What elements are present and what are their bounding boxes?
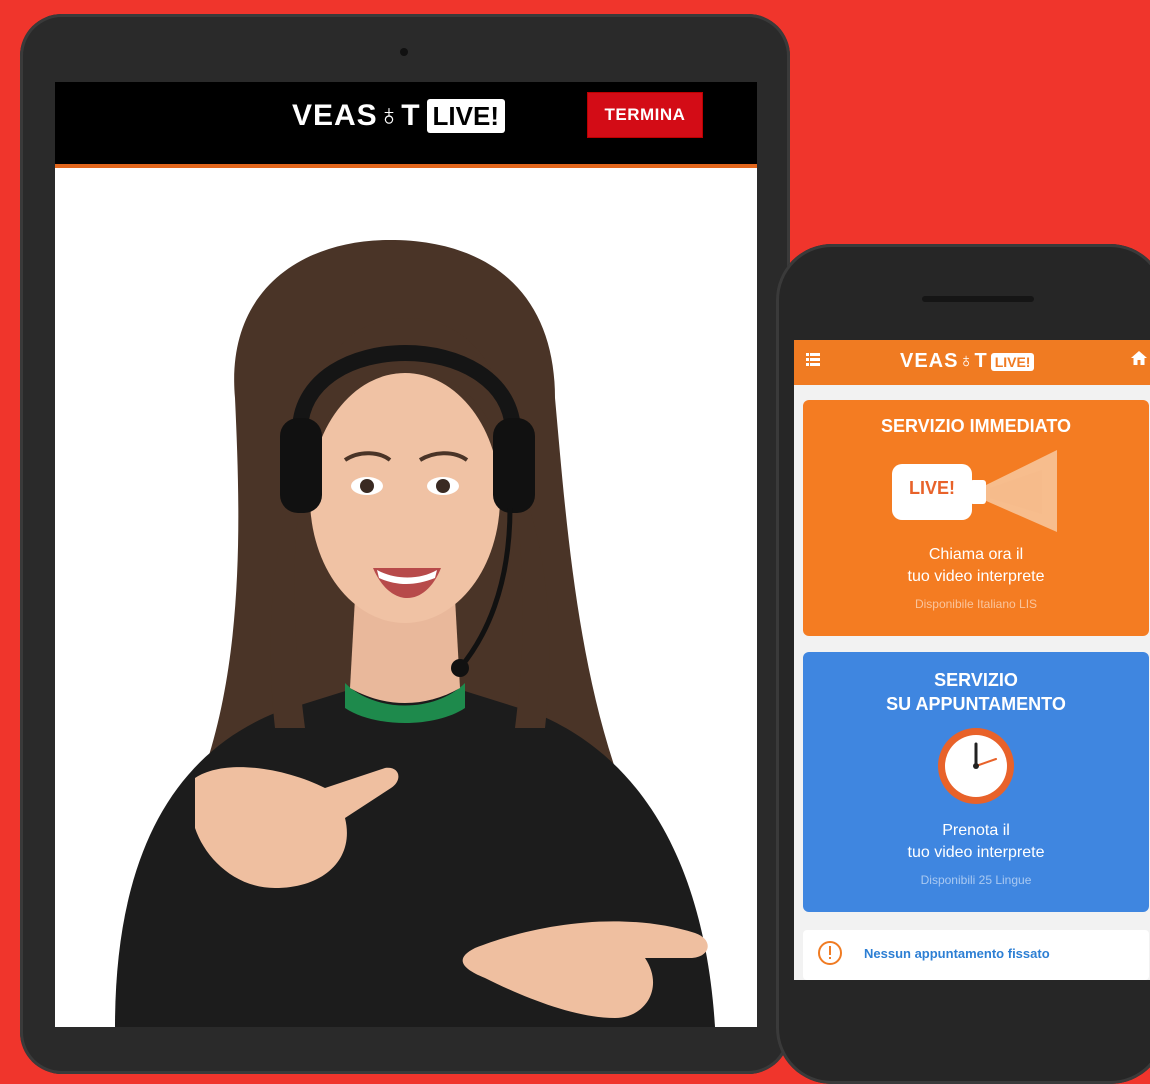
brand-live-badge: LIVE! — [426, 99, 505, 133]
immediate-service-text-line2: tuo video interprete — [907, 568, 1045, 585]
appointment-notice[interactable]: Nessun appuntamento fissato — [803, 930, 1149, 980]
phone-device: VEAS♁T LIVE! SERVIZIO IMMEDIATO LIVE! Ch… — [776, 244, 1150, 1084]
immediate-service-card[interactable]: SERVIZIO IMMEDIATO LIVE! Chiama ora il t… — [803, 400, 1149, 636]
app-brand-name: VEAS♁T — [900, 350, 988, 372]
appointment-service-card[interactable]: SERVIZIO SU APPUNTAMENTO Prenota il tuo … — [803, 652, 1149, 912]
tablet-device: VEAS♁T LIVE! TERMINA — [20, 14, 790, 1074]
brand-name: VEAS♁T — [292, 99, 421, 132]
brand-logo: VEAS♁T LIVE! — [292, 96, 505, 136]
interpreter-video-image — [115, 239, 715, 1027]
alert-icon — [818, 941, 842, 965]
tablet-camera — [400, 48, 408, 56]
appointment-service-title-line1: SERVIZIO — [934, 670, 1018, 690]
tablet-screen: VEAS♁T LIVE! TERMINA — [55, 82, 757, 1027]
phone-speaker — [922, 296, 1034, 302]
appointment-service-availability: Disponibili 25 Lingue — [920, 873, 1032, 887]
phone-screen: VEAS♁T LIVE! SERVIZIO IMMEDIATO LIVE! Ch… — [794, 340, 1150, 980]
home-icon[interactable] — [1130, 350, 1148, 366]
interpreter-video-feed — [55, 168, 757, 1027]
menu-icon[interactable] — [806, 352, 820, 366]
appointment-service-text-line1: Prenota il — [942, 822, 1010, 839]
end-call-button[interactable]: TERMINA — [587, 92, 703, 138]
app-header: VEAS♁T LIVE! — [794, 340, 1150, 385]
immediate-service-text-line1: Chiama ora il — [928, 546, 1024, 563]
immediate-service-title: SERVIZIO IMMEDIATO — [880, 416, 1072, 436]
appointment-service-text-line2: tuo video interprete — [907, 844, 1045, 861]
app-brand-logo: VEAS♁T LIVE! — [900, 350, 1035, 373]
appointment-service-title-line2: SU APPUNTAMENTO — [886, 694, 1066, 714]
notice-text: Nessun appuntamento fissato — [864, 946, 1050, 961]
video-call-header: VEAS♁T LIVE! TERMINA — [55, 82, 757, 164]
clock-icon — [938, 728, 1014, 804]
immediate-service-availability: Disponibile Italiano LIS — [914, 597, 1038, 611]
app-brand-live-badge: LIVE! — [990, 352, 1035, 371]
live-icon-label: LIVE! — [908, 478, 955, 498]
